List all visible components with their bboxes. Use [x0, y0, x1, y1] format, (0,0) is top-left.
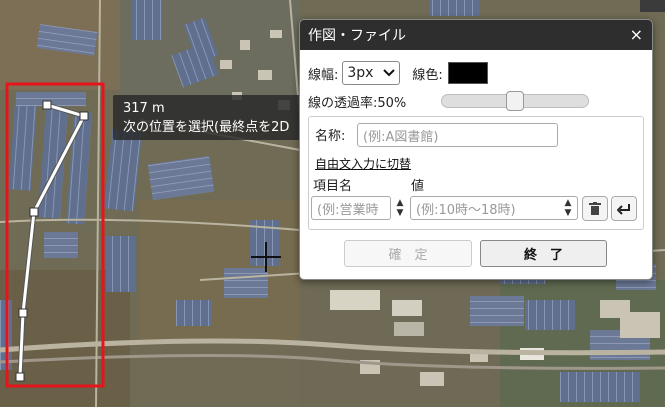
finish-button[interactable]: 終 了 — [480, 240, 607, 267]
name-input[interactable]: (例:A図書館) — [357, 123, 558, 147]
attribute-panel: 名称: (例:A図書館) 自由文入力に切替 項目名 値 (例:営業時 ▲ ▼ (例… — [308, 116, 644, 230]
measure-tooltip: 317 m 次の位置を選択(最終点を2D — [113, 95, 313, 140]
opacity-slider[interactable] — [441, 91, 589, 111]
close-icon[interactable]: × — [630, 25, 643, 45]
chevron-down-icon — [383, 65, 396, 81]
item-name-header: 項目名 — [313, 179, 353, 194]
free-text-toggle-link[interactable]: 自由文入力に切替 — [315, 155, 411, 172]
name-placeholder: (例:A図書館) — [363, 129, 439, 145]
draw-file-dialog: 作図・ファイル × 線幅: 3px 線色: 線の透過率:50% 名称: (例:A… — [299, 19, 653, 280]
confirm-button[interactable]: 確 定 — [344, 240, 472, 267]
add-row-button[interactable] — [611, 196, 637, 221]
delete-row-button[interactable] — [582, 196, 608, 221]
line-color-label: 線色: — [412, 67, 443, 83]
line-width-label: 線幅: — [308, 67, 339, 83]
line-width-select[interactable]: 3px — [342, 61, 401, 85]
dialog-header: 作図・ファイル × — [300, 20, 652, 50]
item-name-input[interactable]: (例:営業時 — [311, 196, 391, 220]
dialog-title: 作図・ファイル — [308, 28, 406, 44]
value-spinner[interactable]: ▲ ▼ — [561, 196, 575, 220]
value-input[interactable]: (例:10時〜18時) — [410, 196, 578, 220]
instruction-text: 次の位置を選択(最終点を2D — [123, 120, 290, 135]
line-color-swatch[interactable] — [447, 62, 488, 84]
item-name-placeholder: (例:営業時 — [317, 202, 379, 218]
value-placeholder: (例:10時〜18時) — [416, 202, 516, 218]
crosshair-icon — [251, 242, 281, 272]
name-label: 名称: — [315, 129, 346, 144]
opacity-label: 線の透過率:50% — [308, 96, 407, 111]
line-width-value: 3px — [347, 65, 374, 81]
opacity-slider-thumb[interactable] — [506, 91, 524, 111]
value-header: 値 — [411, 179, 425, 194]
enter-return-icon — [617, 203, 630, 215]
item-name-spinner[interactable]: ▲ ▼ — [393, 196, 407, 220]
trash-icon — [589, 201, 601, 215]
distance-readout: 317 m — [123, 101, 165, 116]
